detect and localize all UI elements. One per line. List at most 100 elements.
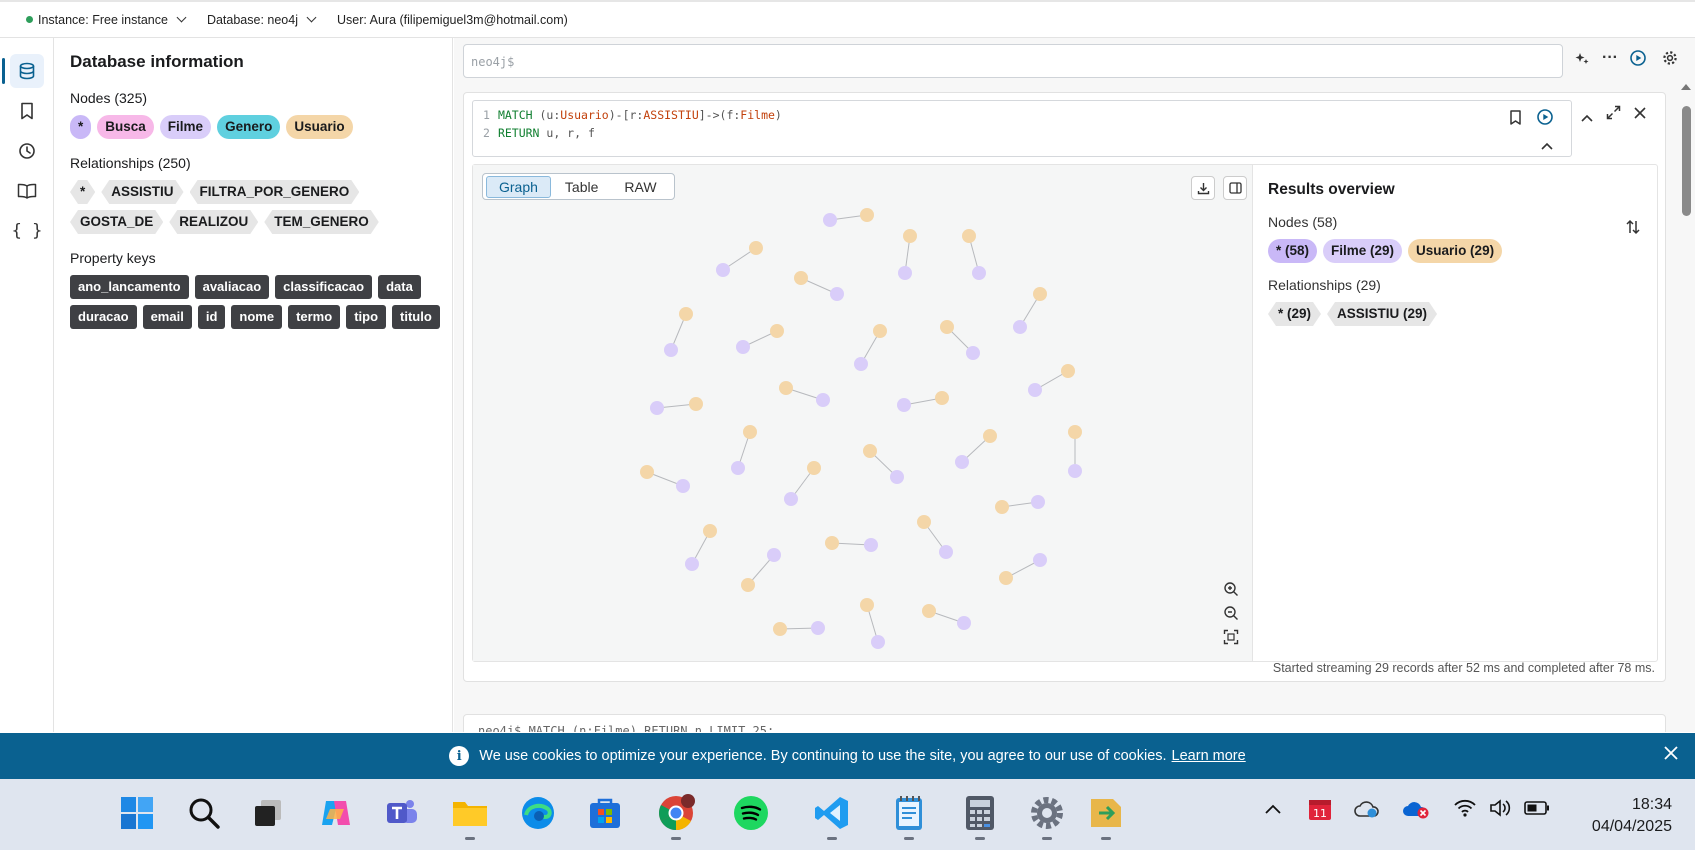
ai-sparkle-icon[interactable] (1574, 51, 1590, 72)
relationship-type-chip[interactable]: FILTRA_POR_GENERO (190, 180, 360, 204)
property-key-chip[interactable]: data (378, 275, 421, 299)
usuario-node[interactable] (962, 229, 976, 243)
database-icon[interactable] (2, 54, 44, 88)
overview-node-chip[interactable]: Usuario (29) (1408, 239, 1503, 263)
braces-icon[interactable]: { } (10, 214, 44, 248)
graph-svg[interactable] (473, 165, 1253, 661)
filme-node[interactable] (650, 401, 664, 415)
filme-node[interactable] (731, 461, 745, 475)
tab-raw[interactable]: RAW (612, 177, 668, 197)
windows-start-icon[interactable] (117, 793, 157, 833)
usuario-node[interactable] (640, 465, 654, 479)
close-frame-icon[interactable] (1634, 106, 1646, 124)
overview-relationship-chip[interactable]: * (29) (1268, 302, 1321, 326)
property-key-chip[interactable]: email (142, 305, 192, 329)
main-scrollbar[interactable] (1679, 82, 1693, 722)
filme-node[interactable] (897, 398, 911, 412)
expand-frame-icon[interactable] (1606, 105, 1621, 125)
overview-relationship-chip[interactable]: ASSISTIU (29) (1327, 302, 1437, 326)
calculator-icon[interactable] (960, 793, 1000, 840)
overview-node-chip[interactable]: * (58) (1268, 239, 1318, 263)
instance-selector[interactable]: Instance: Free instance (38, 13, 187, 27)
run-query-icon[interactable] (1630, 50, 1646, 71)
scroll-up-icon[interactable] (1679, 82, 1693, 92)
query-editor[interactable]: 1 MATCH (u:Usuario)-[r:ASSISTIU]->(f:Film… (472, 100, 1572, 157)
usuario-node[interactable] (983, 429, 997, 443)
filme-node[interactable] (685, 557, 699, 571)
usuario-node[interactable] (860, 598, 874, 612)
usuario-node[interactable] (903, 229, 917, 243)
task-view-icon[interactable] (248, 793, 288, 833)
filme-node[interactable] (972, 266, 986, 280)
node-label-chip[interactable]: * (70, 115, 92, 139)
property-key-chip[interactable]: termo (288, 305, 341, 329)
usuario-node[interactable] (703, 524, 717, 538)
filme-node[interactable] (816, 393, 830, 407)
zoom-out-icon[interactable] (1223, 605, 1239, 626)
relationship-type-chip[interactable]: ASSISTIU (101, 180, 183, 204)
filme-node[interactable] (676, 479, 690, 493)
graph-canvas[interactable]: Graph Table RAW (473, 165, 1253, 661)
property-key-chip[interactable]: duracao (70, 305, 137, 329)
close-icon[interactable] (1663, 745, 1679, 765)
property-key-chip[interactable]: nome (231, 305, 283, 329)
node-label-chip[interactable]: Filme (159, 115, 212, 139)
usuario-node[interactable] (779, 381, 793, 395)
filme-node[interactable] (1028, 383, 1042, 397)
scrollbar-thumb[interactable] (1682, 106, 1691, 216)
property-key-chip[interactable]: tipo (346, 305, 387, 329)
node-label-chip[interactable]: Usuario (286, 115, 353, 139)
bookmark-query-icon[interactable] (1509, 110, 1522, 128)
relationship-type-chip[interactable]: * (70, 180, 95, 204)
system-clock[interactable]: 18:34 04/04/2025 (1592, 794, 1672, 838)
filme-node[interactable] (957, 616, 971, 630)
book-icon[interactable] (10, 174, 44, 208)
edge-icon[interactable] (518, 793, 558, 833)
usuario-node[interactable] (689, 397, 703, 411)
filme-node[interactable] (1033, 553, 1047, 567)
filme-node[interactable] (823, 213, 837, 227)
usuario-node[interactable] (863, 444, 877, 458)
filme-node[interactable] (955, 455, 969, 469)
collapse-editor-icon[interactable] (1541, 139, 1553, 153)
file-explorer-icon[interactable] (450, 793, 490, 840)
filme-node[interactable] (716, 263, 730, 277)
terminal-app-icon[interactable] (1086, 793, 1126, 840)
filme-node[interactable] (890, 470, 904, 484)
overview-node-chip[interactable]: Filme (29) (1323, 239, 1403, 263)
filme-node[interactable] (864, 538, 878, 552)
notepad-icon[interactable] (889, 793, 929, 840)
usuario-node[interactable] (741, 578, 755, 592)
volume-icon[interactable] (1489, 798, 1513, 823)
usuario-node[interactable] (749, 241, 763, 255)
battery-icon[interactable] (1524, 800, 1550, 821)
node-label-chip[interactable]: Genero (217, 115, 281, 139)
collapse-frame-icon[interactable] (1581, 109, 1593, 127)
filme-node[interactable] (854, 357, 868, 371)
next-result-frame[interactable]: neo4j$ MATCH (n:Filme) RETURN n LIMIT 25… (463, 714, 1666, 732)
filme-node[interactable] (966, 346, 980, 360)
fit-to-screen-icon[interactable] (1223, 629, 1239, 650)
filme-node[interactable] (784, 492, 798, 506)
filme-node[interactable] (939, 545, 953, 559)
filme-node[interactable] (1031, 495, 1045, 509)
cloud-sync-icon[interactable] (1354, 798, 1380, 825)
filme-node[interactable] (736, 340, 750, 354)
usuario-node[interactable] (770, 324, 784, 338)
usuario-node[interactable] (995, 500, 1009, 514)
more-options-icon[interactable]: ··· (1602, 49, 1618, 67)
usuario-node[interactable] (773, 622, 787, 636)
search-icon[interactable] (184, 793, 224, 833)
chrome-icon[interactable] (656, 793, 696, 840)
onedrive-error-icon[interactable] (1402, 798, 1430, 825)
filme-node[interactable] (1013, 320, 1027, 334)
tab-graph[interactable]: Graph (486, 175, 551, 198)
filme-node[interactable] (898, 266, 912, 280)
microsoft-store-icon[interactable] (585, 793, 625, 833)
property-key-chip[interactable]: titulo (392, 305, 440, 329)
property-key-chip[interactable]: classificacao (275, 275, 373, 299)
teams-icon[interactable] (382, 793, 422, 833)
usuario-node[interactable] (917, 515, 931, 529)
toggle-panel-button[interactable] (1223, 176, 1247, 200)
filme-node[interactable] (664, 343, 678, 357)
